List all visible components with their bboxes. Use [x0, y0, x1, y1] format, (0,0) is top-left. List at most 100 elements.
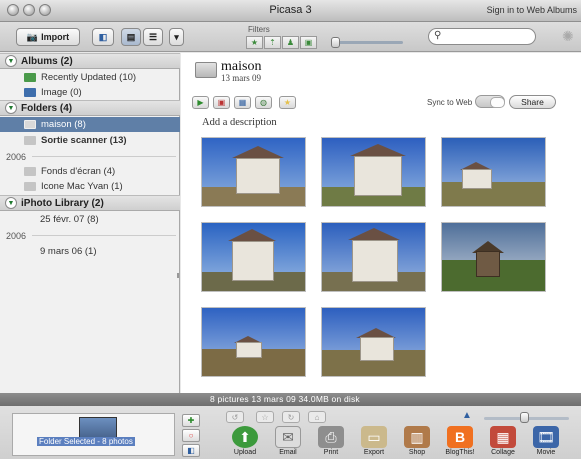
- photo-roof: [228, 229, 276, 241]
- shop-tool[interactable]: ▥ Shop: [402, 426, 432, 456]
- sidebar-item-icone-mac-yvan[interactable]: Icone Mac Yvan (1): [0, 179, 180, 194]
- year-label: 2006: [6, 151, 27, 162]
- albums-section-header[interactable]: ▼ Albums (2): [0, 53, 180, 69]
- photo-thumbnail[interactable]: [321, 137, 426, 207]
- upload-album-button[interactable]: ◍: [255, 96, 272, 109]
- star-icon: ☆: [261, 412, 269, 422]
- blogger-icon: B: [447, 426, 473, 448]
- photo-icon-button[interactable]: ▣: [213, 96, 230, 109]
- collapse-icon[interactable]: ▼: [5, 197, 17, 209]
- year-label: 2006: [6, 230, 27, 241]
- iphoto-section-header[interactable]: ▼ iPhoto Library (2): [0, 195, 180, 211]
- add-to-album-tray-button[interactable]: ◧: [182, 444, 200, 457]
- view-list-button[interactable]: ☰: [143, 28, 163, 46]
- collapse-icon[interactable]: ▼: [5, 102, 17, 114]
- album-description-field[interactable]: Add a description: [202, 117, 277, 128]
- shop-icon: ▥: [404, 426, 430, 448]
- star-icon: ★: [283, 98, 292, 107]
- filter-movies-button[interactable]: ▣: [300, 36, 317, 49]
- tag-button[interactable]: ⌂: [308, 411, 326, 423]
- sidebar-item-fonds-decran[interactable]: Fonds d'écran (4): [0, 164, 180, 179]
- sync-to-web-toggle[interactable]: [475, 95, 505, 108]
- sidebar-item-recently-updated[interactable]: Recently Updated (10): [0, 70, 180, 85]
- sidebar-item-label: 9 mars 06 (1): [40, 246, 97, 257]
- sign-in-link[interactable]: Sign in to Web Albums: [487, 5, 577, 15]
- title-bar: Picasa 3 Sign in to Web Albums: [0, 0, 581, 22]
- picasa-window: Picasa 3 Sign in to Web Albums 📷 Import …: [0, 0, 581, 459]
- rotate-right-button[interactable]: ↻: [282, 411, 300, 423]
- photo-roof: [350, 144, 406, 156]
- tool-label: BlogThis!: [445, 449, 475, 456]
- blogthis-tool[interactable]: B BlogThis!: [445, 426, 475, 456]
- filter-uploaded-button[interactable]: ⇡: [264, 36, 281, 49]
- movie-filter-icon: ▣: [304, 38, 313, 47]
- film-icon: 🎞: [533, 426, 559, 448]
- photo-thumbnail[interactable]: [321, 222, 426, 292]
- folders-header-label: Folders (4): [21, 102, 73, 114]
- photo-thumbnail[interactable]: [321, 307, 426, 377]
- photo-thumbnail[interactable]: [441, 222, 546, 292]
- import-button[interactable]: 📷 Import: [16, 28, 80, 46]
- iphoto-header-label: iPhoto Library (2): [21, 197, 104, 209]
- email-tool[interactable]: ✉ Email: [273, 426, 303, 456]
- envelope-icon: ✉: [275, 426, 301, 448]
- filter-starred-button[interactable]: ★: [246, 36, 263, 49]
- photo-thumbnail[interactable]: [201, 307, 306, 377]
- album-icon: [24, 88, 36, 97]
- export-tool[interactable]: ▭ Export: [359, 426, 389, 456]
- divider: [32, 235, 176, 236]
- tool-label: Movie: [536, 449, 556, 456]
- sidebar-item-label: maison (8): [41, 119, 86, 130]
- share-button[interactable]: Share: [509, 95, 556, 109]
- rotate-left-icon: ↺: [231, 412, 239, 422]
- upload-icon: ⇡: [269, 38, 276, 47]
- photo-shed: [476, 251, 500, 277]
- upload-tool[interactable]: ⬆ Upload: [230, 426, 260, 456]
- album-content: maison 13 mars 09 ▶ ▣ ▦ ◍ ★ Sync to Web …: [181, 53, 581, 393]
- search-icon: ⚲: [434, 30, 442, 41]
- filter-faces-button[interactable]: ♟: [282, 36, 299, 49]
- tray-selection-box[interactable]: Folder Selected - 8 photos: [12, 413, 175, 456]
- photo-thumbnail[interactable]: [201, 222, 306, 292]
- slideshow-button[interactable]: ▶: [192, 96, 209, 109]
- add-to-album-button[interactable]: ◧: [92, 28, 114, 46]
- search-field[interactable]: ⚲: [428, 28, 536, 45]
- date-filter-slider-track: [333, 41, 403, 44]
- status-text: 8 pictures 13 mars 09 34.0MB on disk: [210, 394, 360, 404]
- star-button[interactable]: ★: [279, 96, 296, 109]
- rotate-left-button[interactable]: ↺: [226, 411, 244, 423]
- sidebar-item-label: Icone Mac Yvan (1): [41, 181, 123, 192]
- sidebar-item-9-mars-06[interactable]: 9 mars 06 (1): [0, 244, 180, 259]
- folder-export-icon: ▭: [361, 426, 387, 448]
- print-tool[interactable]: ⎙ Print: [316, 426, 346, 456]
- sidebar-resize-handle[interactable]: [177, 273, 179, 278]
- divider: [32, 156, 176, 157]
- clear-button[interactable]: ○: [182, 429, 200, 442]
- sidebar-item-label: Recently Updated (10): [41, 72, 137, 83]
- photo-tray: Folder Selected - 8 photos ✚ ○ ◧ ↺ ☆ ↻ ⌂…: [0, 406, 581, 459]
- photo-thumbnail[interactable]: [201, 137, 306, 207]
- sidebar-item-25-fevr-07[interactable]: 25 févr. 07 (8): [0, 212, 180, 227]
- sidebar-item-image[interactable]: Image (0): [0, 85, 180, 100]
- view-options-dropdown[interactable]: ▾: [169, 28, 184, 46]
- tool-label: Collage: [491, 449, 515, 456]
- album-date: 13 mars 09: [221, 73, 261, 83]
- star-tray-button[interactable]: ☆: [256, 411, 274, 423]
- collage-tool[interactable]: ▦ Collage: [488, 426, 518, 456]
- photo-house: [354, 156, 402, 196]
- rotate-right-icon: ↻: [287, 412, 295, 422]
- sidebar-item-maison[interactable]: maison (8): [0, 117, 180, 132]
- folders-section-header[interactable]: ▼ Folders (4): [0, 100, 180, 116]
- toolbar: 📷 Import ◧ ▤ ☰ ▾ Filters ★ ⇡ ♟ ▣ ⚲ ✺: [0, 22, 581, 52]
- globe-icon: ◍: [260, 98, 267, 107]
- photo-thumbnail[interactable]: [441, 137, 546, 207]
- collapse-icon[interactable]: ▼: [5, 55, 17, 67]
- collage-button[interactable]: ▦: [234, 96, 251, 109]
- recent-icon: [24, 73, 36, 82]
- thumbnail-size-slider-knob[interactable]: [520, 412, 529, 423]
- date-filter-slider-knob[interactable]: [331, 37, 340, 48]
- hold-button[interactable]: ✚: [182, 414, 200, 427]
- sidebar-item-sortie-scanner[interactable]: Sortie scanner (13): [0, 133, 180, 148]
- movie-tool[interactable]: 🎞 Movie: [531, 426, 561, 456]
- view-small-thumbnails-button[interactable]: ▤: [121, 28, 141, 46]
